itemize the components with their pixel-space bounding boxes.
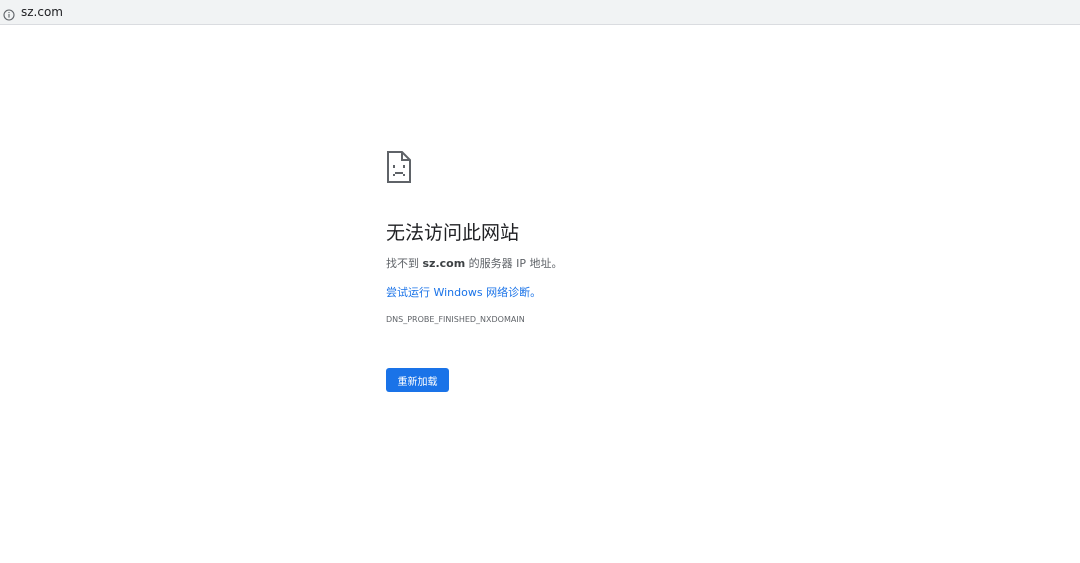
diagnose-link[interactable]: 尝试运行 Windows 网络诊断: [386, 286, 530, 299]
description-suffix: 的服务器 IP 地址。: [465, 257, 563, 270]
page-title: 无法访问此网站: [386, 222, 520, 244]
reload-button[interactable]: 重新加载: [386, 368, 449, 392]
diagnose-suffix: 。: [530, 286, 542, 299]
description-prefix: 找不到: [386, 257, 423, 270]
address-bar[interactable]: sz.com: [0, 0, 1080, 25]
error-description: 找不到 sz.com 的服务器 IP 地址。: [386, 255, 563, 271]
error-code: DNS_PROBE_FINISHED_NXDOMAIN: [386, 315, 525, 324]
error-domain: sz.com: [422, 257, 466, 270]
url-text[interactable]: sz.com: [21, 0, 63, 24]
sad-document-icon: [386, 150, 412, 184]
info-icon[interactable]: [3, 6, 15, 21]
diagnose-line: 尝试运行 Windows 网络诊断。: [386, 284, 541, 300]
